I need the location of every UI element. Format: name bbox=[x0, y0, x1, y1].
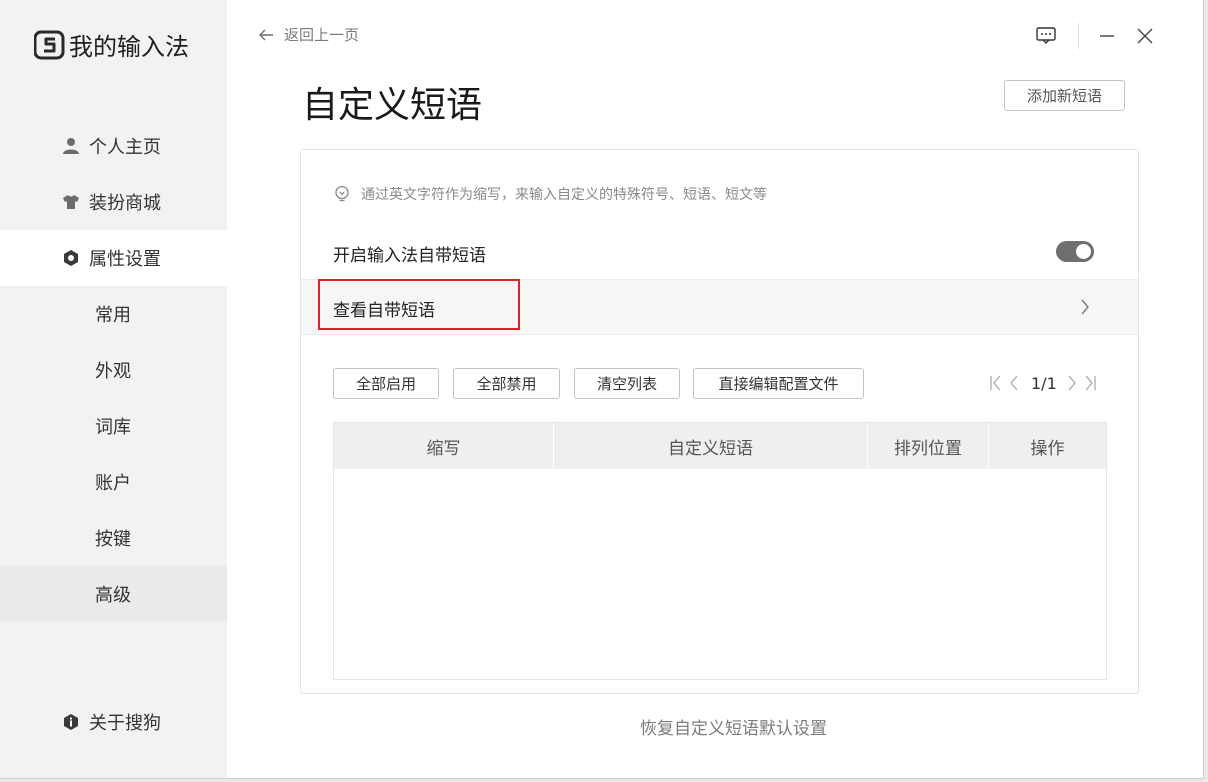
sidebar-subitem-label: 词库 bbox=[95, 417, 131, 438]
restore-defaults-link[interactable]: 恢复自定义短语默认设置 bbox=[640, 714, 827, 739]
back-link[interactable]: 返回上一页 bbox=[258, 24, 359, 45]
sidebar-subitem-label: 高级 bbox=[95, 585, 131, 606]
sidebar-subitem-label: 外观 bbox=[95, 361, 131, 382]
sidebar-subitem-keys[interactable]: 按键 bbox=[0, 510, 227, 566]
hint-label: 通过英文字符作为缩写，来输入自定义的特殊符号、短语、短文等 bbox=[361, 187, 767, 203]
sidebar-item-profile[interactable]: 个人主页 bbox=[0, 118, 227, 174]
settings-window: 我的输入法 个人主页 装扮商城 属性设置 常用 外观 词库 账户 按键 高级 关… bbox=[0, 0, 1204, 779]
shirt-icon bbox=[63, 195, 79, 209]
view-builtin-phrases-label: 查看自带短语 bbox=[333, 301, 435, 321]
toggle-knob bbox=[1076, 244, 1091, 259]
first-page-icon bbox=[990, 375, 1001, 391]
column-header-actions[interactable]: 操作 bbox=[989, 423, 1106, 469]
pagination: 1/1 bbox=[987, 373, 1099, 393]
sidebar-item-label: 个人主页 bbox=[89, 137, 161, 158]
sidebar-subitem-advanced[interactable]: 高级 bbox=[0, 566, 227, 622]
close-icon bbox=[1137, 28, 1153, 44]
clear-list-button[interactable]: 清空列表 bbox=[574, 368, 680, 399]
info-hexagon-icon bbox=[64, 714, 78, 730]
settings-hexagon-icon bbox=[64, 250, 78, 266]
minimize-button[interactable] bbox=[1093, 22, 1121, 50]
app-name: 我的输入法 bbox=[69, 33, 189, 61]
sidebar-item-label: 关于搜狗 bbox=[89, 713, 161, 734]
sidebar-subitem-label: 按键 bbox=[95, 529, 131, 550]
page-title: 自定义短语 bbox=[302, 85, 483, 126]
last-page-icon bbox=[1085, 375, 1096, 391]
sidebar-item-settings[interactable]: 属性设置 bbox=[0, 230, 227, 286]
column-header-phrase[interactable]: 自定义短语 bbox=[554, 423, 868, 469]
user-icon bbox=[63, 138, 79, 154]
phrase-table: 缩写 自定义短语 排列位置 操作 bbox=[333, 422, 1107, 680]
feedback-button[interactable] bbox=[1032, 22, 1060, 50]
last-page-button[interactable] bbox=[1081, 373, 1099, 393]
window-controls bbox=[1032, 22, 1159, 50]
sidebar-item-label: 属性设置 bbox=[89, 249, 161, 270]
sidebar-subitem-dictionary[interactable]: 词库 bbox=[0, 398, 227, 454]
sogou-logo-icon bbox=[34, 30, 65, 59]
disable-all-button[interactable]: 全部禁用 bbox=[453, 368, 560, 399]
prev-page-button[interactable] bbox=[1005, 373, 1023, 393]
feedback-icon bbox=[1036, 27, 1056, 44]
minimize-icon bbox=[1100, 35, 1114, 37]
edit-config-file-button[interactable]: 直接编辑配置文件 bbox=[693, 368, 864, 399]
sidebar: 我的输入法 个人主页 装扮商城 属性设置 常用 外观 词库 账户 按键 高级 关… bbox=[0, 0, 227, 778]
back-label: 返回上一页 bbox=[284, 26, 360, 44]
chevron-left-icon bbox=[1010, 375, 1018, 391]
sidebar-subitem-label: 常用 bbox=[95, 305, 131, 326]
sidebar-subitem-common[interactable]: 常用 bbox=[0, 286, 227, 342]
enable-all-button[interactable]: 全部启用 bbox=[333, 368, 439, 399]
column-header-position[interactable]: 排列位置 bbox=[868, 423, 989, 469]
chevron-right-icon bbox=[1081, 299, 1089, 315]
lightbulb-icon bbox=[335, 185, 349, 202]
sidebar-item-store[interactable]: 装扮商城 bbox=[0, 174, 227, 230]
sidebar-subitem-account[interactable]: 账户 bbox=[0, 454, 227, 510]
first-page-button[interactable] bbox=[987, 373, 1005, 393]
sidebar-item-about[interactable]: 关于搜狗 bbox=[0, 694, 227, 750]
column-header-abbreviation[interactable]: 缩写 bbox=[334, 423, 554, 469]
close-button[interactable] bbox=[1131, 22, 1159, 50]
next-page-button[interactable] bbox=[1063, 373, 1081, 393]
page-indicator: 1/1 bbox=[1031, 373, 1057, 393]
add-phrase-button[interactable]: 添加新短语 bbox=[1004, 80, 1125, 111]
app-logo: 我的输入法 bbox=[34, 27, 189, 62]
hint-text: 通过英文字符作为缩写，来输入自定义的特殊符号、短语、短文等 bbox=[333, 184, 767, 204]
arrow-left-icon bbox=[259, 29, 273, 40]
builtin-phrase-toggle-label: 开启输入法自带短语 bbox=[333, 246, 486, 266]
table-header: 缩写 自定义短语 排列位置 操作 bbox=[334, 423, 1106, 469]
sidebar-item-label: 装扮商城 bbox=[89, 193, 161, 214]
controls-divider bbox=[1078, 23, 1079, 49]
sidebar-subitem-appearance[interactable]: 外观 bbox=[0, 342, 227, 398]
builtin-phrase-toggle[interactable] bbox=[1056, 241, 1094, 262]
sidebar-subitem-label: 账户 bbox=[95, 473, 131, 494]
chevron-right-icon bbox=[1068, 375, 1076, 391]
view-builtin-phrases-row[interactable]: 查看自带短语 bbox=[301, 279, 1138, 335]
